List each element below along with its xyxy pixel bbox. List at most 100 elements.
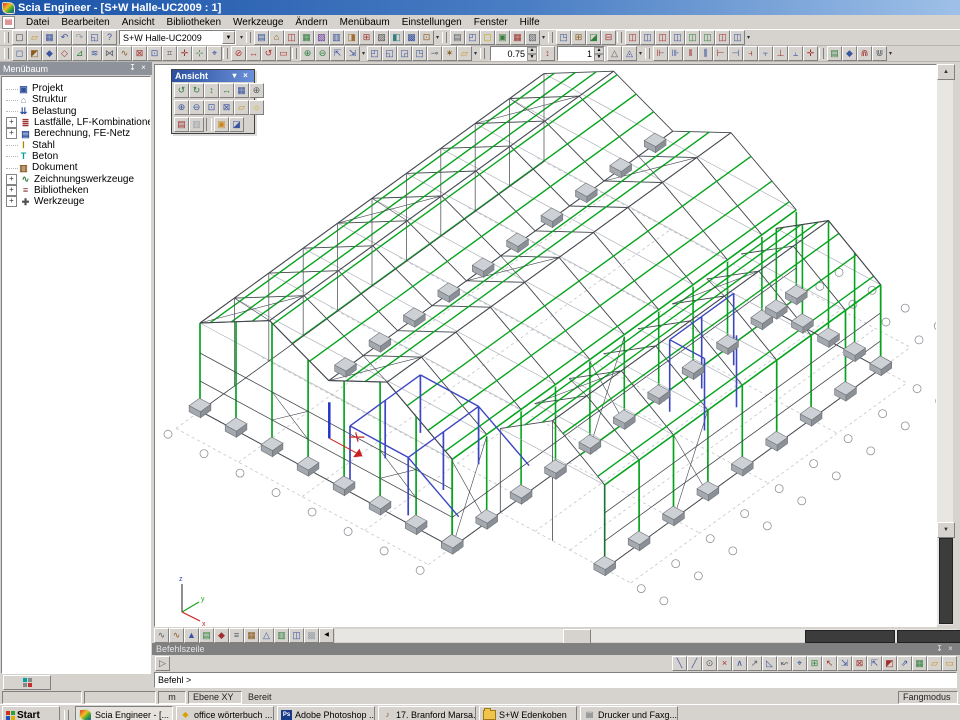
add-selection-icon[interactable]: ⊕ [300,46,315,61]
hide-members-icon[interactable]: ⊸ [427,46,442,61]
load-panel-icon[interactable]: ▧ [314,30,329,45]
select-grid-icon[interactable]: ⌗ [162,46,177,61]
scroll-up-icon[interactable]: ▲ [937,64,955,80]
rendered-icon[interactable]: ◪ [229,117,244,132]
spin-down-icon[interactable]: ▼ [527,54,537,61]
snap-node-icon[interactable]: ↖ [822,656,837,671]
close-icon[interactable]: × [945,644,956,655]
zoom-all-icon[interactable]: ⊠ [219,100,234,115]
new-project-icon[interactable]: ▢ [12,30,27,45]
remove-selection-icon[interactable]: ⊖ [315,46,330,61]
mesh-icon[interactable]: ▥ [329,30,344,45]
scale-loads-icon[interactable]: ↕ [540,46,555,61]
horizontal-scrollbar[interactable] [335,629,957,642]
expand-icon[interactable]: + [6,128,17,139]
close-icon[interactable]: × [240,71,251,82]
sidebar-item-zeichnungswerkzeuge[interactable]: +∿Zeichnungswerkzeuge [6,173,150,184]
support-icon[interactable]: ▤ [827,46,842,61]
zoom-selection-icon[interactable]: ⇱ [330,46,345,61]
view-palette-header[interactable]: Ansicht ▾ × [172,70,254,82]
snap-mid2-icon[interactable]: ◩ [882,656,897,671]
pin-icon[interactable]: ↧ [934,644,945,655]
toolbar-overflow-icon[interactable]: ▾ [434,31,441,44]
view-x-icon[interactable]: ◰ [367,46,382,61]
structure-tool-icon[interactable]: ▤ [254,30,269,45]
expand-icon[interactable]: + [6,174,17,185]
menu-ndern[interactable]: Ändern [289,16,333,29]
view-y-icon[interactable]: ◱ [382,46,397,61]
toolbar-grip[interactable] [617,32,622,43]
structure-3d-model[interactable]: zyx [155,65,936,626]
stretch-entity-icon[interactable]: ▭ [276,46,291,61]
render-toggle-icon[interactable]: ✶ [442,46,457,61]
undo-icon[interactable]: ↶ [57,30,72,45]
toolbar-grip[interactable] [246,32,251,43]
document-tool-icon[interactable]: ◧ [389,30,404,45]
loadcase-window-icon-8[interactable]: ◫ [730,30,745,45]
snap-end-icon[interactable]: ↗ [747,656,762,671]
loadcase-window-icon-7[interactable]: ◫ [715,30,730,45]
load-view-icon[interactable]: ▥ [189,117,204,132]
fit-selection-icon[interactable]: ⇲ [345,46,360,61]
snap-int-icon[interactable]: ⇲ [837,656,852,671]
free-load-icon[interactable]: ⊣ [728,46,743,61]
toolbar-grip[interactable] [480,48,485,59]
paste-props-icon[interactable]: ⊟ [601,30,616,45]
snap-grid-icon[interactable]: ⊞ [807,656,822,671]
select-slab-icon[interactable]: ⊿ [72,46,87,61]
member-label-icon[interactable]: ▤ [199,628,214,643]
toolbar-grip[interactable] [548,32,553,43]
sidebar-item-lastf-lle-lf-kombinationen[interactable]: +≣Lastfälle, LF-Kombinationen [6,117,150,128]
scroll-down-icon[interactable]: ▼ [937,522,955,538]
line-grid-icon[interactable]: ▭ [942,656,957,671]
status-unit[interactable]: m [158,691,186,704]
layer-view-icon[interactable]: ◫ [289,628,304,643]
expand-icon[interactable]: + [6,185,17,196]
sidebar-item-berechnung-fe-netz[interactable]: +▤Berechnung, FE-Netz [6,128,150,139]
task-s-w-edenkoben[interactable]: S+W Edenkoben [479,706,577,720]
toolbar-overflow-icon[interactable]: ▾ [887,47,894,60]
combination-icon[interactable]: ✛ [803,46,818,61]
task-scia-engineer[interactable]: Scia Engineer - [... [75,706,173,720]
section-view-icon[interactable]: ▥ [274,628,289,643]
loadcase-window-icon-4[interactable]: ◫ [670,30,685,45]
line-load-icon[interactable]: ⊪ [668,46,683,61]
text-scale-icon[interactable]: ≡ [229,628,244,643]
loadcase-window-icon-5[interactable]: ◫ [685,30,700,45]
paperspace-icon[interactable]: ⊡ [419,30,434,45]
command-input[interactable]: Befehl > [154,672,957,688]
paperspace-gallery-icon[interactable]: ▦ [510,30,525,45]
sidebar-item-bibliotheken[interactable]: +≡Bibliotheken [6,185,150,196]
template-icon[interactable]: ▧ [525,30,540,45]
task-drucker-und-faxg[interactable]: ▤Drucker und Faxg... [580,706,678,720]
layer-select-icon[interactable]: △ [607,46,622,61]
menu-hilfe[interactable]: Hilfe [514,16,546,29]
toolbar-overflow-icon[interactable]: ▾ [238,31,245,44]
toolbar-grip[interactable] [4,48,9,59]
combo-dropdown-icon[interactable]: ▼ [222,31,235,44]
snap-tangent-icon[interactable]: ↜ [777,656,792,671]
sidebar-item-beton[interactable]: TBeton [6,151,150,162]
spin-up-icon[interactable]: ▲ [594,47,604,54]
status-snap-mode[interactable]: Fangmodus [898,691,958,704]
loadcase-window-icon-3[interactable]: ◫ [655,30,670,45]
gallery-icon[interactable]: ▩ [404,30,419,45]
light-icon[interactable]: ☼ [249,100,264,115]
sidebar-item-struktur[interactable]: ⌂Struktur [6,94,150,105]
toolbar-grip[interactable] [4,32,9,43]
toolbar-overflow-icon[interactable]: ▾ [360,47,367,60]
toolbar-grip[interactable] [442,32,447,43]
plate-icon[interactable]: ▦ [299,30,314,45]
loadcase-window-icon-2[interactable]: ◫ [640,30,655,45]
menu-ansicht[interactable]: Ansicht [116,16,161,29]
snow-load-icon[interactable]: ⫟ [758,46,773,61]
load-scale-spinner[interactable]: 0.75 ▲▼ [490,46,538,61]
sidebar-item-projekt[interactable]: ▣Projekt [6,83,150,94]
toolbar-overflow-icon[interactable]: ▾ [745,31,752,44]
save-icon[interactable]: ▦ [42,30,57,45]
hinge-icon[interactable]: ◆ [842,46,857,61]
snap-mid-icon[interactable]: ∧ [732,656,747,671]
select-all-icon[interactable]: ◻ [12,46,27,61]
temperature-load-icon[interactable]: ⊢ [713,46,728,61]
select-curve-icon[interactable]: ∿ [117,46,132,61]
